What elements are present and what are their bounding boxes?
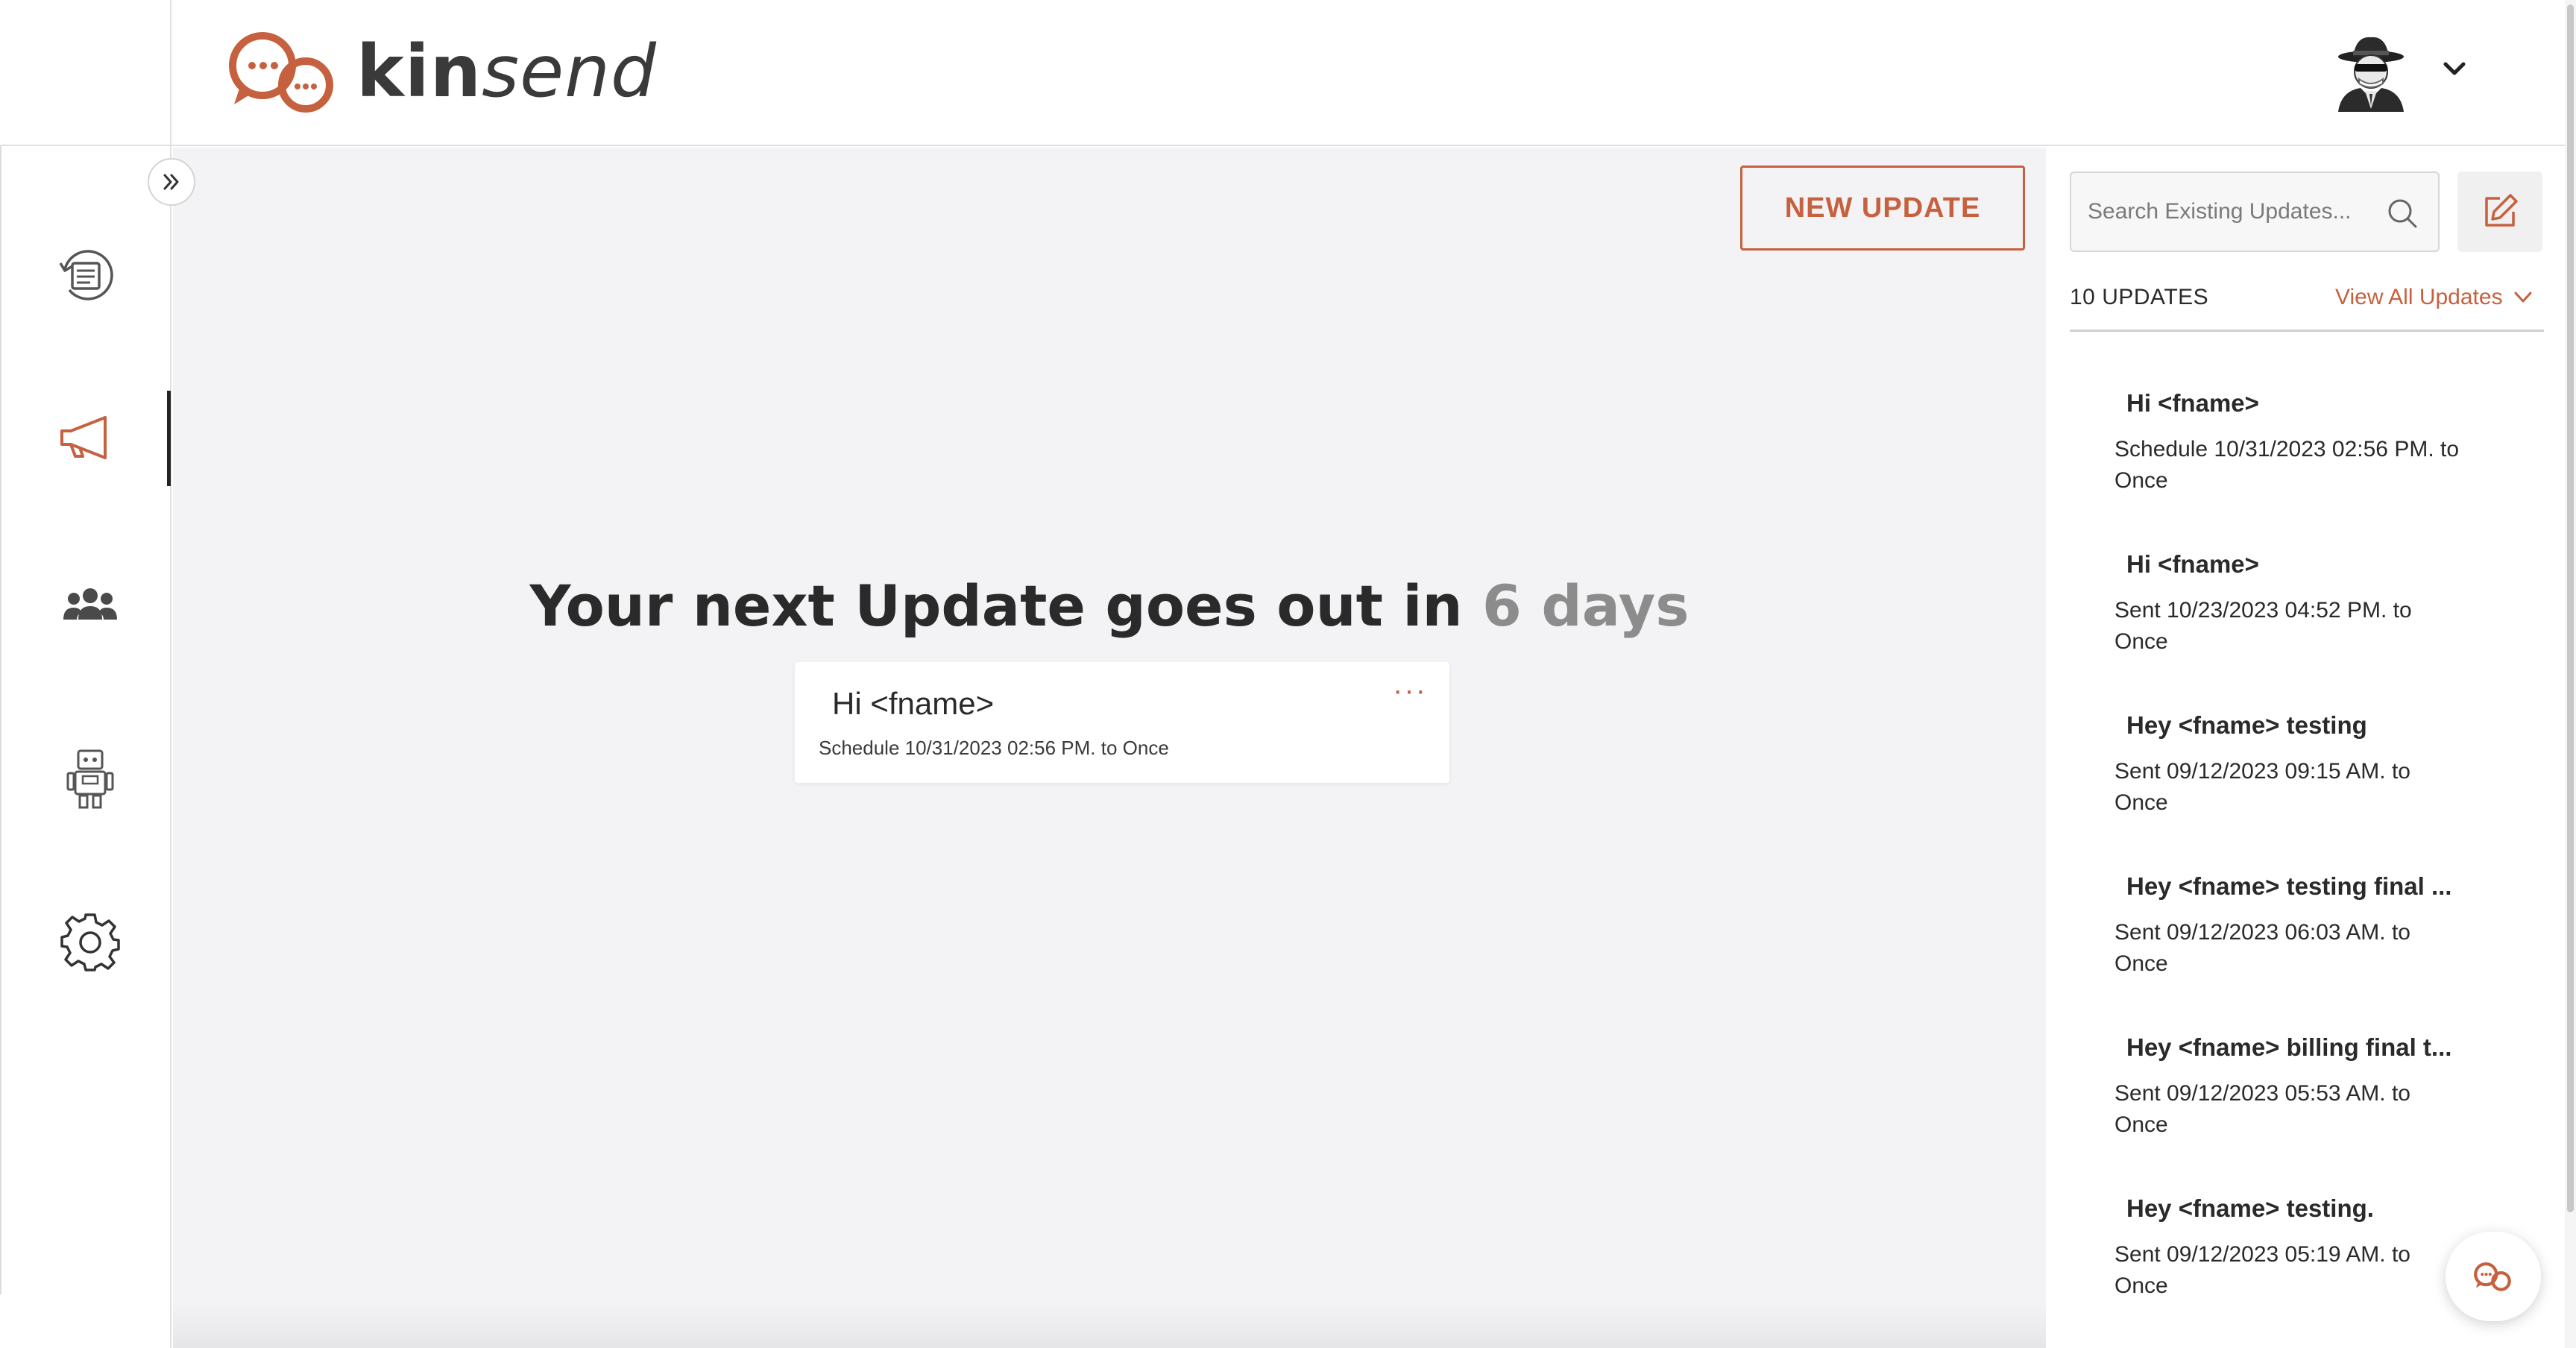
next-update-card[interactable]: Hi <fname> Schedule 10/31/2023 02:56 PM.… — [795, 662, 1449, 783]
robot-icon — [66, 749, 114, 809]
headline-prefix: Your next Update goes out in — [529, 573, 1463, 639]
update-meta-line1: Sent 10/23/2023 04:52 PM. to — [2114, 598, 2412, 623]
sidebar-item-conversations[interactable] — [45, 236, 127, 318]
sidebar-item-settings[interactable] — [49, 901, 131, 983]
next-update-title: Hi <fname> — [832, 686, 995, 721]
sidebar-item-automations[interactable] — [49, 738, 131, 820]
message-history-icon — [59, 250, 113, 300]
update-meta-line2: Once — [2114, 468, 2168, 493]
people-icon — [63, 588, 117, 620]
update-meta-line2: Once — [2114, 629, 2168, 654]
next-update-schedule: Schedule 10/31/2023 02:56 PM. to Once — [819, 737, 1169, 759]
logo-wordmark-send: send — [482, 30, 657, 113]
update-title: Hi <fname> — [2126, 550, 2259, 578]
left-sidebar — [0, 146, 171, 1348]
chat-bubbles-icon — [2474, 1262, 2511, 1291]
logo-bubbles-icon — [229, 32, 333, 113]
update-meta-line2: Once — [2114, 790, 2168, 815]
search-icon[interactable] — [2386, 197, 2419, 230]
view-all-label: View All Updates — [2335, 285, 2503, 309]
edit-icon — [2485, 194, 2518, 227]
update-meta-line1: Schedule 10/31/2023 02:56 PM. to — [2114, 437, 2460, 462]
scrollbar-thumb[interactable] — [2567, 4, 2574, 1212]
more-options-icon[interactable]: ··· — [1393, 675, 1427, 705]
search-input[interactable] — [2088, 173, 2386, 251]
update-meta-line1: Sent 09/12/2023 09:15 AM. to — [2114, 759, 2410, 784]
header-corner — [0, 0, 171, 146]
logo-wordmark-kin: kin — [356, 30, 482, 113]
update-list-item[interactable]: Hey <fname> testing Sent 09/12/2023 09:1… — [2046, 690, 2576, 840]
updates-panel: 10 UPDATES View All Updates Hi <fname> S… — [2046, 148, 2576, 1348]
main-content: NEW UPDATE Your next Update goes out in … — [173, 148, 2046, 1348]
update-meta: Schedule 10/31/2023 02:56 PM. to Once — [2114, 434, 2472, 497]
update-list-item[interactable]: Hey <fname> testing final ... Sent 09/12… — [2046, 851, 2576, 1001]
panel-divider — [2070, 330, 2544, 332]
update-meta-line2: Once — [2114, 951, 2168, 976]
update-meta: Sent 09/12/2023 09:15 AM. to Once — [2114, 756, 2472, 819]
double-chevron-right-icon — [163, 174, 179, 190]
update-meta: Sent 10/23/2023 04:52 PM. to Once — [2114, 595, 2472, 658]
update-title: Hi <fname> — [2126, 389, 2259, 417]
update-list-item[interactable]: Hi <fname> Sent 10/23/2023 04:52 PM. to O… — [2046, 529, 2576, 678]
update-meta-line1: Sent 09/12/2023 05:19 AM. to — [2114, 1242, 2410, 1267]
update-title: Hey <fname> billing final t... — [2126, 1033, 2452, 1061]
update-meta-line1: Sent 09/12/2023 05:53 AM. to — [2114, 1081, 2410, 1106]
new-update-button[interactable]: NEW UPDATE — [1740, 166, 2025, 251]
sidebar-item-contacts[interactable] — [49, 564, 131, 646]
chevron-down-icon — [2514, 292, 2532, 303]
chat-widget-button[interactable] — [2446, 1232, 2541, 1321]
update-meta-line2: Once — [2114, 1112, 2168, 1137]
spy-avatar-icon[interactable] — [2334, 34, 2408, 112]
gear-icon — [60, 913, 120, 971]
update-meta: Sent 09/12/2023 05:53 AM. to Once — [2114, 1078, 2472, 1141]
sidebar-expand-button[interactable] — [148, 158, 195, 206]
search-box — [2070, 171, 2440, 252]
update-meta: Sent 09/12/2023 05:19 AM. to Once — [2114, 1239, 2472, 1302]
top-header: kinsend — [0, 0, 2576, 146]
sidebar-item-updates[interactable] — [45, 397, 127, 479]
update-meta: Sent 09/12/2023 06:03 AM. to Once — [2114, 917, 2472, 980]
headline-days: 6 days — [1482, 573, 1689, 639]
update-title: Hey <fname> testing — [2126, 711, 2367, 739]
update-title: Hey <fname> testing. — [2126, 1194, 2374, 1222]
bottom-fade — [173, 1303, 2046, 1348]
update-title: Hey <fname> testing final ... — [2126, 872, 2452, 900]
updates-count: 10 UPDATES — [2070, 285, 2209, 309]
active-nav-indicator — [167, 391, 171, 486]
update-list-item[interactable]: Hi <fname> Schedule 10/31/2023 02:56 PM.… — [2046, 368, 2576, 517]
update-list-item[interactable]: Hey <fname> billing final t... Sent 09/1… — [2046, 1012, 2576, 1162]
update-meta-line2: Once — [2114, 1273, 2168, 1298]
chevron-down-icon[interactable] — [2440, 58, 2469, 81]
megaphone-icon — [60, 416, 107, 459]
next-update-headline: Your next Update goes out in 6 days — [173, 573, 2046, 639]
logo-wordmark: kinsend — [356, 30, 657, 113]
update-meta-line1: Sent 09/12/2023 06:03 AM. to — [2114, 920, 2410, 945]
kinsend-logo[interactable]: kinsend — [224, 27, 657, 116]
sidebar-edge — [0, 146, 1, 1294]
view-all-updates-dropdown[interactable]: View All Updates — [2335, 285, 2533, 310]
compose-update-button[interactable] — [2457, 171, 2542, 252]
